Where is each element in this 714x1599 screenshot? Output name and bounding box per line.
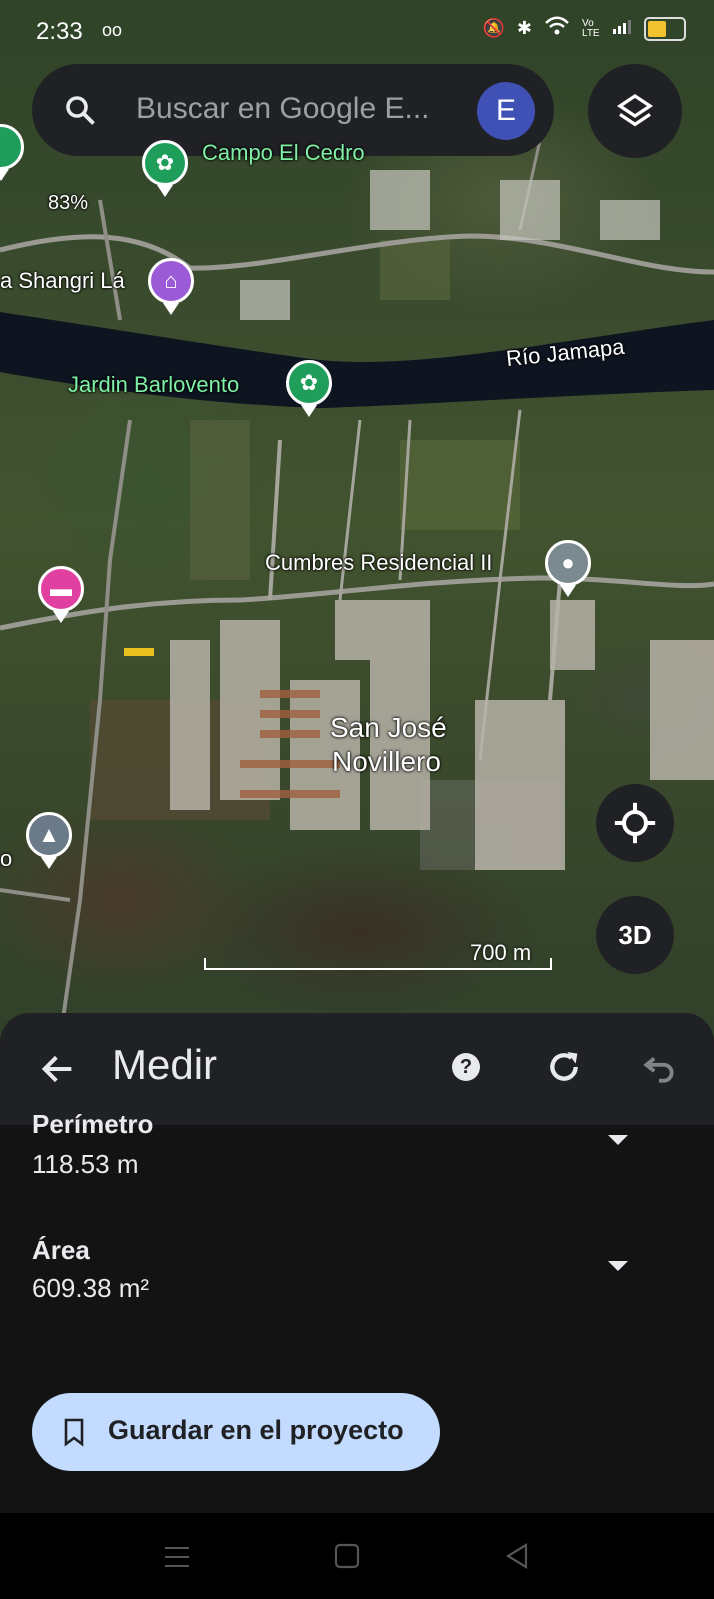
avatar[interactable]: E <box>477 82 535 140</box>
area-value: 609.38 m² <box>32 1273 150 1303</box>
place-pin-campo[interactable]: ✿ <box>142 140 188 186</box>
area-label: Área <box>32 1235 90 1265</box>
volte-label: Vo LTE <box>582 17 600 39</box>
status-bar: 2:33 oo 🔕 ✱ Vo LTE <box>0 0 714 64</box>
help-icon[interactable]: ? <box>452 1053 480 1081</box>
location-icon <box>614 802 656 844</box>
scale-label: 700 m <box>470 940 532 965</box>
status-time: 2:33 <box>36 18 83 45</box>
undo-icon[interactable] <box>640 1049 678 1087</box>
search-input[interactable]: Buscar en Google E... <box>136 92 430 126</box>
status-icons: 🔕 ✱ Vo LTE <box>482 16 686 41</box>
map-label-percent: 83% <box>48 192 89 214</box>
layers-button[interactable] <box>588 64 682 158</box>
menu-nav-icon[interactable] <box>164 1545 190 1569</box>
3d-label: 3D <box>618 920 652 950</box>
save-to-project-button[interactable]: Guardar en el proyecto <box>32 1393 440 1471</box>
back-nav-icon[interactable] <box>504 1543 530 1569</box>
map-label-campo[interactable]: Campo El Cedro <box>202 140 365 166</box>
my-location-button[interactable] <box>596 784 674 862</box>
search-icon <box>66 96 95 125</box>
perimeter-dropdown-icon[interactable] <box>608 1135 628 1145</box>
map-label-jardin[interactable]: Jardin Barlovento <box>68 372 239 398</box>
system-nav-bar <box>0 1513 714 1599</box>
map-label-shangri[interactable]: a Shangri Lá <box>0 268 125 294</box>
map-label-left-o: o <box>0 846 13 871</box>
save-to-project-label: Guardar en el proyecto <box>108 1415 404 1445</box>
mute-icon: 🔕 <box>482 18 505 38</box>
3d-button[interactable]: 3D <box>596 896 674 974</box>
perimeter-label: Perímetro <box>32 1109 154 1139</box>
refresh-icon[interactable] <box>544 1047 584 1087</box>
signal-icon <box>612 18 632 39</box>
layers-icon <box>616 93 654 127</box>
voicemail-icon: oo <box>102 20 123 40</box>
bluetooth-icon: ✱ <box>516 18 532 38</box>
place-pin-jardin[interactable]: ✿ <box>286 360 332 406</box>
place-pin-shangri[interactable]: ⌂ <box>148 258 194 304</box>
place-pin-hotel[interactable]: ▬ <box>38 566 84 612</box>
place-pin-cumbres[interactable]: ● <box>545 540 591 586</box>
area-dropdown-icon[interactable] <box>608 1261 628 1271</box>
battery-icon <box>644 16 686 41</box>
place-pin-park[interactable]: ▲ <box>26 812 72 858</box>
back-arrow-icon[interactable] <box>38 1049 78 1089</box>
wifi-icon <box>544 16 570 41</box>
map-label-sanjose-1[interactable]: San José <box>330 712 447 744</box>
measure-panel: Medir ? Perímetro 118.53 m Área 609.38 m… <box>0 1013 714 1513</box>
panel-title: Medir <box>112 1041 218 1088</box>
perimeter-value: 118.53 m <box>32 1149 139 1179</box>
map-label-cumbres[interactable]: Cumbres Residencial II <box>265 550 492 576</box>
bookmark-icon <box>64 1418 84 1447</box>
map-label-sanjose-2[interactable]: Novillero <box>332 746 441 778</box>
home-nav-icon[interactable] <box>334 1543 360 1569</box>
